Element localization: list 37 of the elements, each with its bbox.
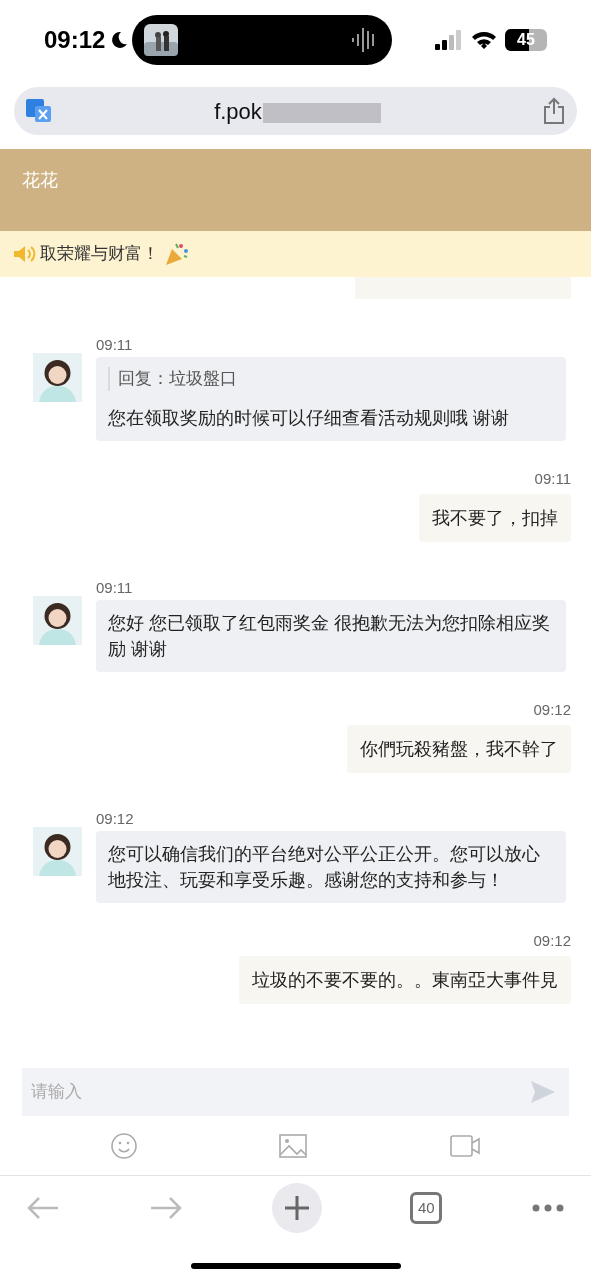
forward-arrow-icon[interactable] [148, 1195, 183, 1221]
moon-icon [109, 30, 130, 50]
party-popper-icon [163, 241, 189, 267]
message-time: 09:12 [533, 931, 571, 951]
new-tab-button[interactable] [271, 1183, 322, 1233]
message-text: 垃圾的不要不要的。。東南亞大事件見 [252, 970, 558, 990]
message-text: 你們玩殺豬盤，我不幹了 [360, 739, 558, 759]
more-icon[interactable] [531, 1203, 565, 1213]
clock-time: 09:12 [44, 25, 106, 55]
quoted-reply: 回复：垃圾盤口 [108, 367, 554, 391]
avatar [33, 596, 82, 645]
message-input[interactable]: 请输入 [22, 1068, 569, 1116]
avatar [33, 353, 82, 402]
tab-count-button[interactable]: 40 [410, 1192, 443, 1224]
emoji-icon[interactable] [110, 1131, 139, 1160]
back-arrow-icon[interactable] [26, 1195, 60, 1221]
send-icon[interactable] [529, 1078, 557, 1106]
signal-icon [435, 29, 463, 51]
speaker-icon [12, 244, 36, 264]
video-icon[interactable] [448, 1133, 481, 1158]
message-time: 09:12 [533, 700, 571, 720]
message-text: 我不要了，扣掉 [432, 508, 558, 528]
message-text: 您可以确信我们的平台绝对公平公正公开。您可以放心地投注、玩耍和享受乐趣。感谢您的支持和参与！ [108, 843, 541, 892]
share-icon[interactable] [541, 97, 567, 125]
image-icon[interactable] [278, 1132, 309, 1159]
address-bar[interactable]: f.pok [14, 87, 577, 135]
message-text: 您好 您已领取了红包雨奖金 很抱歉无法为您扣除相应奖励 谢谢 [108, 612, 551, 661]
message-time: 09:11 [96, 578, 134, 598]
message-time: 09:11 [534, 469, 571, 489]
message-text: 您在领取奖励的时候可以仔细查看活动规则哦 谢谢 [108, 407, 510, 430]
message-time: 09:11 [96, 335, 134, 355]
avatar [33, 827, 82, 876]
url-text: f.pok [214, 97, 262, 126]
message-time: 09:12 [96, 809, 135, 829]
wifi-icon [471, 30, 497, 50]
notice-text: 取荣耀与财富！ [40, 243, 159, 266]
chat-title: 花花 [22, 170, 58, 190]
